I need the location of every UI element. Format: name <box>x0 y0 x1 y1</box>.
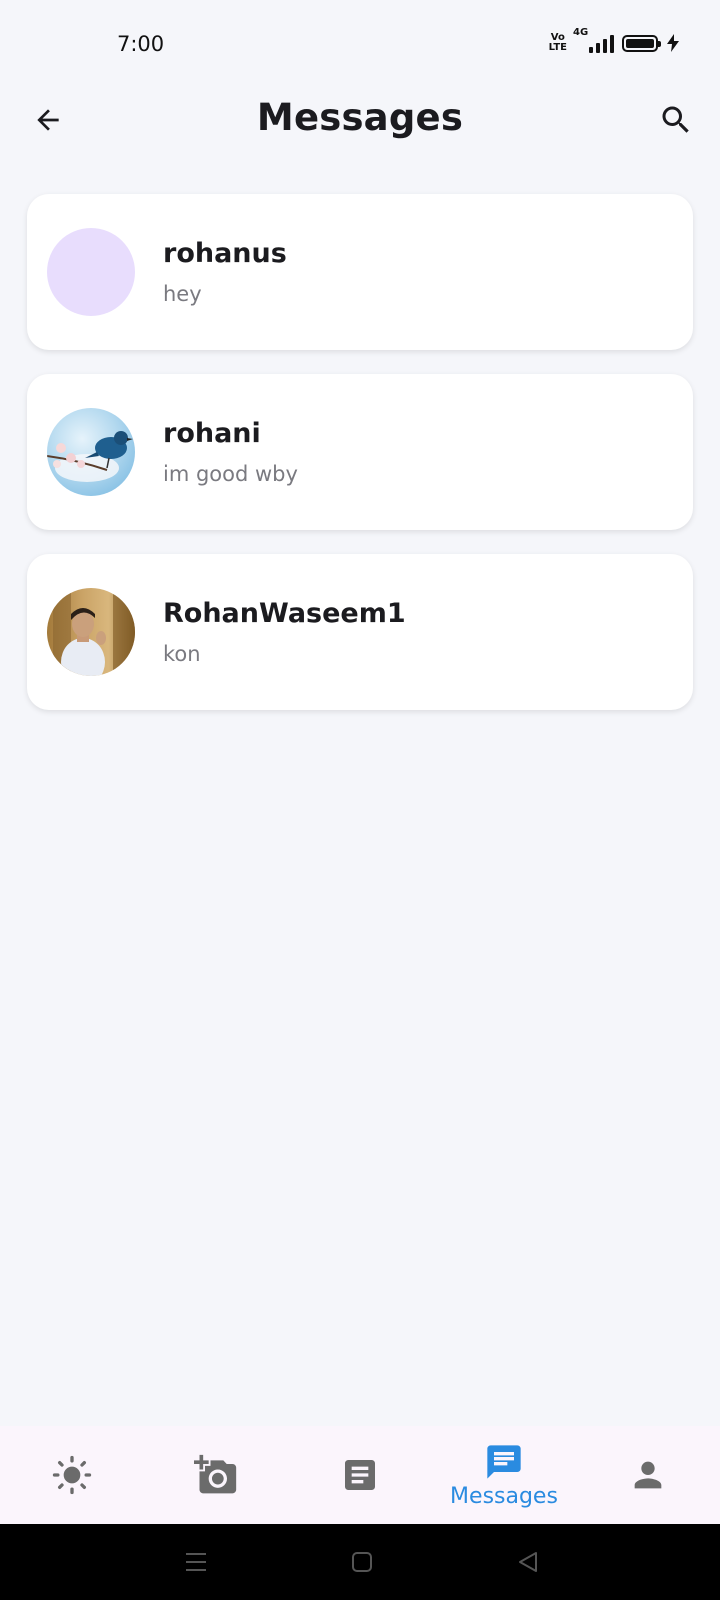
battery-icon <box>622 34 661 52</box>
nav-item-messages[interactable]: Messages <box>432 1426 576 1524</box>
volte-icon: Vo LTE <box>548 32 567 53</box>
nav-item-posts[interactable] <box>288 1426 432 1524</box>
status-icons: Vo LTE 4G <box>548 27 680 53</box>
back-triangle-icon[interactable] <box>516 1550 540 1574</box>
status-time: 7:00 <box>117 32 165 56</box>
conversation-name: rohanus <box>163 238 287 269</box>
conversation-item[interactable]: RohanWaseem1 kon <box>27 554 693 710</box>
conversation-name: RohanWaseem1 <box>163 598 406 629</box>
system-navigation-bar <box>0 1524 720 1600</box>
conversation-preview: hey <box>163 282 202 306</box>
avatar <box>47 408 135 496</box>
nav-item-add-photo[interactable] <box>144 1426 288 1524</box>
conversation-preview: kon <box>163 642 201 666</box>
conversation-name: rohani <box>163 418 261 449</box>
network-type-label: 4G <box>573 27 589 38</box>
app-bar: Messages <box>0 80 720 160</box>
search-button[interactable] <box>652 96 700 144</box>
nav-item-theme[interactable] <box>0 1426 144 1524</box>
bottom-navigation: Messages <box>0 1426 720 1524</box>
conversation-preview: im good wby <box>163 462 298 486</box>
add-camera-icon <box>194 1454 237 1494</box>
page-title: Messages <box>256 96 464 139</box>
chat-icon <box>487 1444 521 1479</box>
home-icon[interactable] <box>350 1550 374 1574</box>
bird-photo-icon <box>47 431 133 482</box>
avatar <box>47 588 135 676</box>
person-icon <box>634 1461 662 1489</box>
charging-icon <box>667 34 679 52</box>
conversation-item[interactable]: rohani im good wby <box>27 374 693 530</box>
menu-icon[interactable] <box>184 1550 208 1574</box>
conversation-list: rohanus hey rohani im good wby RohanWase… <box>27 194 693 734</box>
person-photo-icon <box>53 588 135 676</box>
search-icon <box>662 106 689 133</box>
sun-icon <box>52 1455 92 1495</box>
signal-icon: 4G <box>573 27 614 53</box>
avatar <box>47 228 135 316</box>
status-bar: 7:00 Vo LTE 4G <box>0 0 720 90</box>
document-icon <box>345 1460 375 1490</box>
nav-label-messages: Messages <box>450 1483 558 1509</box>
conversation-item[interactable]: rohanus hey <box>27 194 693 350</box>
nav-item-profile[interactable] <box>576 1426 720 1524</box>
